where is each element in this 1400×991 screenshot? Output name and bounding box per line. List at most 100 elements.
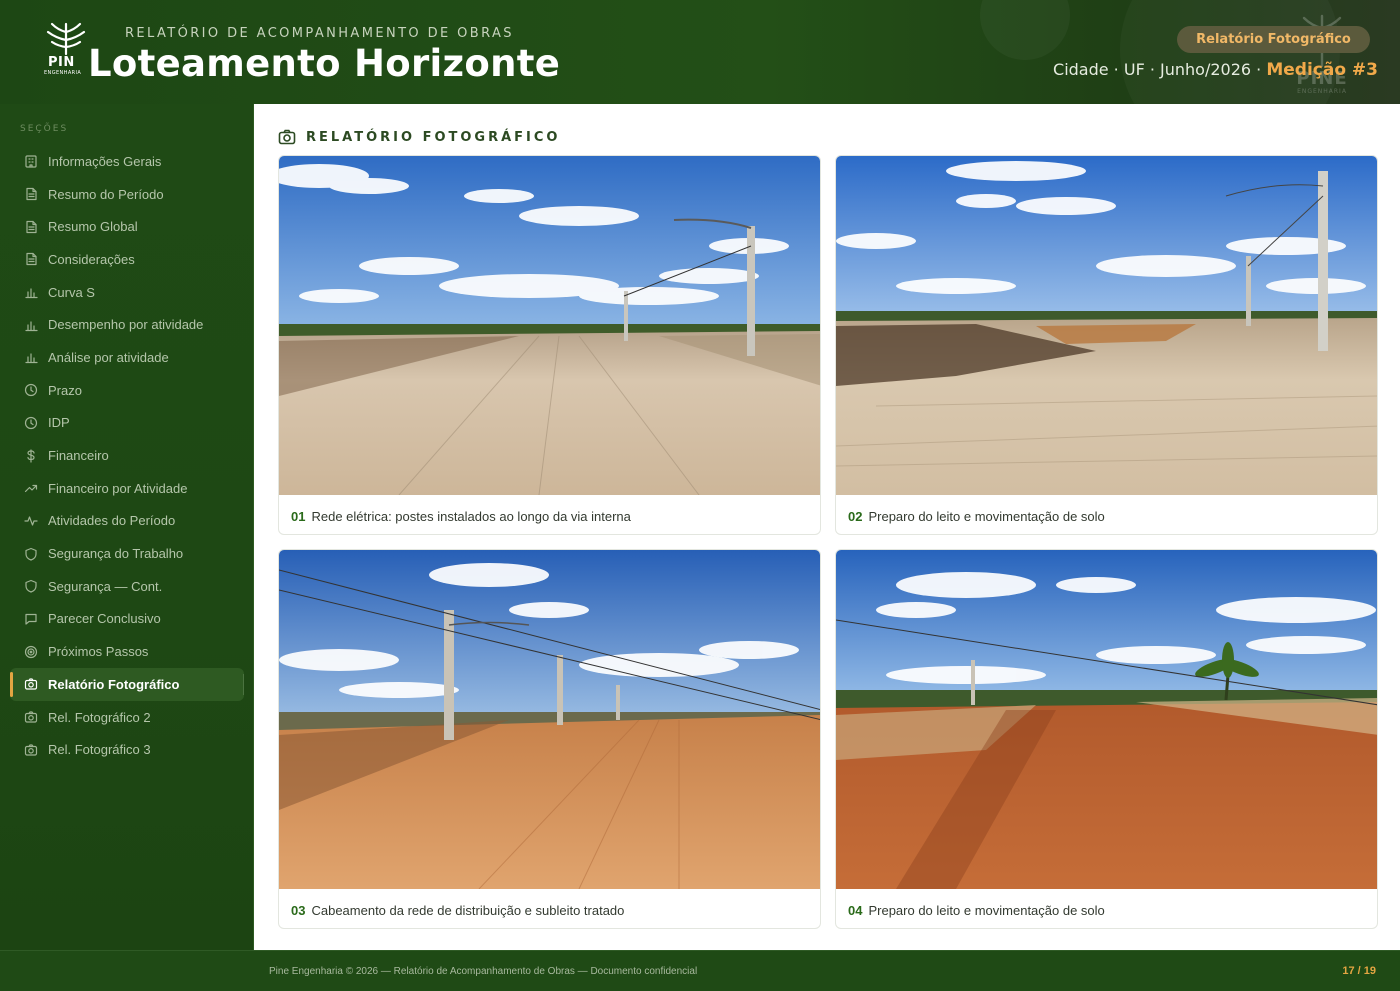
sidebar-item[interactable]: Desempenho por atividade — [10, 308, 244, 341]
photo-caption-text: Rede elétrica: postes instalados ao long… — [311, 509, 631, 524]
camera-icon — [278, 128, 296, 146]
pine-watermark-logo: PINE ENGENHARIA — [1288, 12, 1356, 96]
sidebar-item-label: Próximos Passos — [48, 644, 149, 660]
sidebar-item[interactable]: Resumo do Período — [10, 178, 244, 211]
document-icon — [24, 252, 38, 266]
sidebar-item-label: Prazo — [48, 382, 82, 398]
sidebar-item[interactable]: Atividades do Período — [10, 505, 244, 538]
photo-caption: 03 Cabeamento da rede de distribuição e s… — [291, 903, 624, 918]
photo-card[interactable]: 04 Preparo do leito e movimentação de sol… — [835, 549, 1378, 929]
sidebar-item[interactable]: Resumo Global — [10, 210, 244, 243]
report-meta: Cidade · UF · Junho/2026 · Medição #3 — [1053, 60, 1378, 80]
sidebar-item-label: IDP — [48, 415, 70, 431]
sidebar-item-label: Parecer Conclusivo — [48, 611, 161, 627]
page-title: Loteamento Horizonte — [88, 42, 561, 85]
bar-chart-icon — [24, 350, 38, 364]
medicao-label: Medição #3 — [1266, 60, 1378, 80]
page-number: 17 / 19 — [1342, 965, 1376, 977]
watermark-subtext: ENGENHARIA — [1297, 88, 1347, 95]
building-icon — [24, 154, 38, 168]
footer-text: Pine Engenharia © 2026 — Relatório de Ac… — [269, 966, 698, 977]
sidebar-item[interactable]: Informações Gerais — [10, 145, 244, 178]
sidebar-item[interactable]: Financeiro — [10, 439, 244, 472]
sidebar-item[interactable]: Rel. Fotográfico 3 — [10, 733, 244, 766]
sidebar-item[interactable]: Parecer Conclusivo — [10, 603, 244, 636]
sidebar-item[interactable]: Relatório Fotográfico — [10, 668, 244, 701]
sidebar-item[interactable]: Rel. Fotográfico 2 — [10, 701, 244, 734]
document-icon — [24, 187, 38, 201]
sidebar-item[interactable]: Prazo — [10, 374, 244, 407]
photo-caption: 01 Rede elétrica: postes instalados ao lo… — [291, 509, 631, 524]
sidebar-item-label: Informações Gerais — [48, 153, 162, 169]
photo-number: 02 — [848, 509, 863, 524]
sidebar-item-label: Rel. Fotográfico 3 — [48, 742, 151, 758]
shield-icon — [24, 579, 38, 593]
sidebar-item-label: Segurança — Cont. — [48, 578, 163, 594]
sidebar-item[interactable]: Análise por atividade — [10, 341, 244, 374]
sidebar: SEÇÕES Informações Gerais Resumo do Perío… — [0, 104, 254, 950]
main-content: RELATÓRIO FOTOGRÁFICO 01 Rede elétrica: … — [254, 104, 1400, 950]
logo-subtext: ENGENHARIA — [44, 70, 82, 76]
camera-icon — [24, 677, 38, 691]
logo-text: PIN — [48, 55, 75, 70]
clock-icon — [24, 383, 38, 397]
section-pill: Relatório Fotográfico — [1177, 26, 1370, 53]
trend-icon — [24, 481, 38, 495]
photo-caption-text: Cabeamento da rede de distribuição e sub… — [311, 903, 625, 918]
site-photo[interactable] — [279, 550, 820, 889]
message-icon — [24, 612, 38, 626]
sidebar-item-label: Considerações — [48, 251, 135, 267]
sidebar-item-label: Financeiro por Atividade — [48, 480, 188, 496]
photo-caption: 04 Preparo do leito e movimentação de sol… — [848, 903, 1105, 918]
photo-card[interactable]: 01 Rede elétrica: postes instalados ao lo… — [278, 155, 821, 535]
sidebar-item-label: Atividades do Período — [48, 513, 176, 529]
site-photo[interactable] — [836, 550, 1377, 889]
sidebar-item[interactable]: Próximos Passos — [10, 635, 244, 668]
dollar-icon — [24, 448, 38, 463]
photo-card[interactable]: 02 Preparo do leito e movimentação de sol… — [835, 155, 1378, 535]
page-footer: Pine Engenharia © 2026 — Relatório de Ac… — [0, 950, 1400, 991]
photo-number: 01 — [291, 509, 306, 524]
site-photo[interactable] — [279, 156, 820, 495]
sidebar-item[interactable]: Financeiro por Atividade — [10, 472, 244, 505]
photo-number: 04 — [848, 903, 863, 918]
pin-logo: PIN ENGENHARIA — [44, 20, 88, 76]
report-supertitle: RELATÓRIO DE ACOMPANHAMENTO DE OBRAS — [125, 26, 514, 41]
sidebar-item-label: Rel. Fotográfico 2 — [48, 709, 151, 725]
section-header: RELATÓRIO FOTOGRÁFICO — [278, 128, 560, 146]
sidebar-nav: Informações Gerais Resumo do Período Resum… — [10, 145, 244, 766]
shield-icon — [24, 547, 38, 561]
document-icon — [24, 220, 38, 234]
photo-caption: 02 Preparo do leito e movimentação de sol… — [848, 509, 1105, 524]
sidebar-title: SEÇÕES — [20, 124, 69, 134]
photo-number: 03 — [291, 903, 306, 918]
sidebar-item[interactable]: Curva S — [10, 276, 244, 309]
photo-caption-text: Preparo do leito e movimentação de solo — [868, 903, 1105, 918]
sidebar-item-label: Desempenho por atividade — [48, 317, 204, 333]
bar-chart-icon — [24, 318, 38, 332]
sidebar-item[interactable]: Segurança do Trabalho — [10, 537, 244, 570]
bar-chart-icon — [24, 285, 38, 299]
section-title: RELATÓRIO FOTOGRÁFICO — [306, 129, 561, 145]
pulse-icon — [24, 514, 38, 528]
header-decoration — [980, 0, 1070, 60]
sidebar-item-label: Segurança do Trabalho — [48, 546, 184, 562]
sidebar-item-label: Resumo do Período — [48, 186, 164, 202]
sidebar-item[interactable]: IDP — [10, 407, 244, 440]
clock-icon — [24, 416, 38, 430]
sidebar-item-label: Relatório Fotográfico — [48, 676, 180, 692]
location-date: Cidade · UF · Junho/2026 · — [1053, 60, 1267, 79]
sidebar-item-label: Análise por atividade — [48, 349, 169, 365]
target-icon — [24, 645, 38, 659]
sidebar-item[interactable]: Segurança — Cont. — [10, 570, 244, 603]
camera-icon — [24, 743, 38, 757]
camera-icon — [24, 710, 38, 724]
sidebar-item-label: Financeiro — [48, 448, 109, 464]
sidebar-item[interactable]: Considerações — [10, 243, 244, 276]
sidebar-item-label: Curva S — [48, 284, 95, 300]
site-photo[interactable] — [836, 156, 1377, 495]
report-header: PIN ENGENHARIA RELATÓRIO DE ACOMPANHAMEN… — [0, 0, 1400, 104]
photo-card[interactable]: 03 Cabeamento da rede de distribuição e s… — [278, 549, 821, 929]
sidebar-item-label: Resumo Global — [48, 219, 138, 235]
photo-caption-text: Preparo do leito e movimentação de solo — [868, 509, 1105, 524]
